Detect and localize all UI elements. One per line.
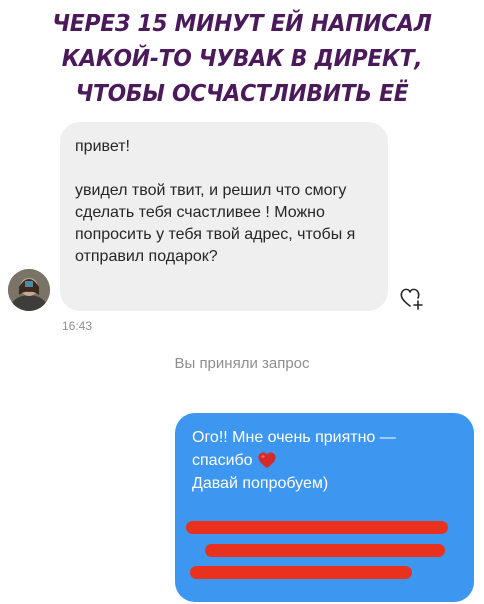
outgoing-line-3: Давай попробуем) — [192, 475, 329, 492]
red-heart-emoji-icon — [258, 452, 276, 468]
caption-line-2: КАКОЙ-ТО ЧУВАК В ДИРЕКТ, — [61, 44, 423, 72]
outgoing-line-1: Ого!! Мне очень приятно — — [192, 429, 396, 446]
heart-plus-icon[interactable] — [398, 285, 424, 311]
outgoing-line-2: спасибо — [192, 452, 253, 469]
incoming-greeting: привет! — [75, 138, 130, 155]
caption-line-1: ЧЕРЕЗ 15 МИНУТ ЕЙ НАПИСАЛ — [52, 9, 432, 37]
sender-avatar[interactable] — [8, 269, 50, 311]
redaction-stripe-3 — [190, 566, 412, 579]
avatar-photo — [8, 269, 50, 311]
redaction-stripe-2 — [205, 544, 445, 557]
incoming-body: увидел твой твит, и решил что смогу сдел… — [75, 182, 356, 265]
request-accepted-notice: Вы приняли запрос — [174, 355, 310, 372]
redaction-stripe-1 — [186, 521, 448, 534]
message-timestamp: 16:43 — [62, 319, 93, 333]
caption-line-3: ЧТОБЫ ОСЧАСТЛИВИТЬ ЕЁ — [75, 79, 409, 107]
outgoing-line-2-row: спасибо — [192, 449, 460, 472]
meme-caption: ЧЕРЕЗ 15 МИНУТ ЕЙ НАПИСАЛ КАКОЙ-ТО ЧУВАК… — [17, 6, 467, 111]
incoming-message-bubble[interactable]: привет! увидел твой твит, и решил что см… — [60, 122, 388, 311]
